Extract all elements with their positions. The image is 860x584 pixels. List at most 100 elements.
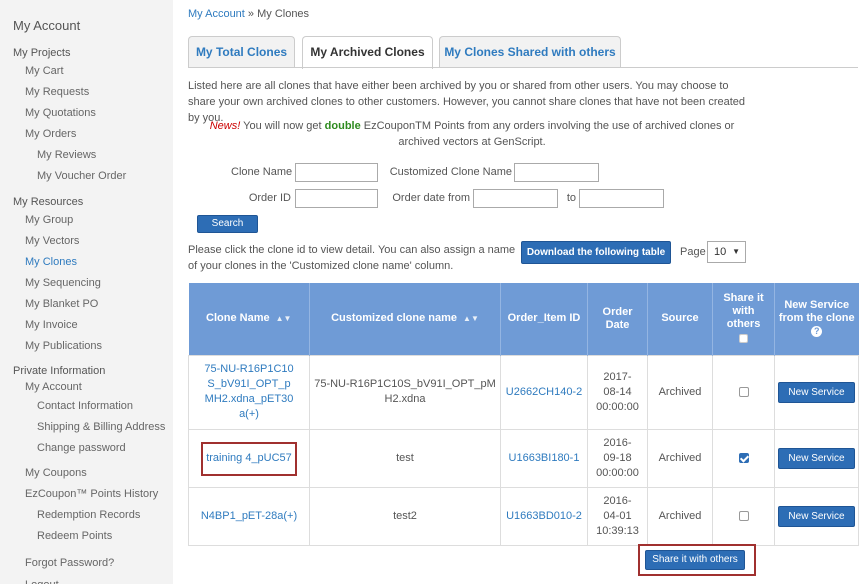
order-date-to-input[interactable] (579, 189, 664, 208)
header-clone-name[interactable]: Clone Name ▲▼ (188, 283, 310, 355)
sidebar-item-reviews[interactable]: My Reviews (0, 145, 173, 166)
order-id-input[interactable] (295, 189, 378, 208)
clone-link[interactable]: 75-NU-R16P1C10S_bV91I_OPT_pMH2.xdna_pET3… (204, 363, 293, 420)
tab-shared-clones[interactable]: My Clones Shared with others (439, 36, 621, 68)
order-date-from-input[interactable] (473, 189, 558, 208)
sidebar-item-redeem[interactable]: Redeem Points (0, 526, 173, 547)
sidebar-item-blanket-po[interactable]: My Blanket PO (0, 294, 173, 315)
customized-name[interactable]: 75-NU-R16P1C10S_bV91I_OPT_pMH2.xdna (314, 378, 496, 405)
sidebar-item-clones[interactable]: My Clones (0, 252, 173, 273)
news-text-1: You will now get (240, 120, 325, 132)
sidebar-section-private: Private Information (13, 365, 106, 377)
table-header-row: Clone Name ▲▼ Customized clone name ▲▼ Ord… (188, 283, 859, 355)
sidebar-item-cart[interactable]: My Cart (0, 61, 173, 82)
tabs: My Total Clones My Archived Clones My Cl… (188, 36, 858, 69)
share-all-checkbox[interactable] (739, 334, 748, 344)
sidebar-item-forgot-password[interactable]: Forgot Password? (0, 553, 173, 574)
hint-text: Please click the clone id to view detail… (188, 244, 516, 272)
sidebar-item-orders[interactable]: My Orders (0, 124, 173, 145)
sidebar-item-contact[interactable]: Contact Information (0, 396, 173, 417)
clone-name-input[interactable] (295, 163, 378, 182)
order-date-from-label: Order date from (392, 192, 470, 204)
chevron-down-icon: ▼ (732, 247, 740, 256)
sidebar: My Account My Projects My Cart My Reques… (0, 0, 173, 584)
new-service-button[interactable]: New Service (778, 381, 855, 403)
source-cell: Archived (647, 428, 713, 488)
order-date: 2017-08-14 (603, 370, 632, 398)
sidebar-item-group[interactable]: My Group (0, 210, 173, 231)
header-customized-name[interactable]: Customized clone name ▲▼ (309, 283, 501, 355)
breadcrumb: My Account » My Clones (188, 8, 309, 20)
header-order-item: Order_Item ID (500, 283, 588, 355)
sidebar-item-account[interactable]: My Account (0, 379, 173, 396)
source-cell: Archived (647, 354, 713, 430)
order-date-to-label: to (566, 192, 576, 204)
page-size-select[interactable]: 10 ▼ (707, 241, 746, 263)
customized-clone-name-label: Customized Clone Name (389, 166, 512, 178)
header-order-date: Order Date (587, 283, 648, 355)
customized-name[interactable]: test2 (393, 510, 417, 522)
clone-link[interactable]: N4BP1_pET-28a(+) (201, 510, 297, 522)
download-table-button[interactable]: Download the following table (521, 241, 671, 264)
news-label: News! (209, 120, 241, 132)
clone-name-label: Clone Name (231, 166, 293, 178)
tab-total-clones[interactable]: My Total Clones (188, 36, 295, 68)
customized-name[interactable]: test (396, 452, 414, 464)
clones-table: Clone Name ▲▼ Customized clone name ▲▼ Ord… (188, 283, 859, 546)
breadcrumb-link-account[interactable]: My Account (188, 8, 245, 20)
news-text-2: EzCouponTM Points from any orders involv… (360, 120, 735, 148)
share-checkbox[interactable] (738, 452, 749, 463)
tabs-divider (188, 67, 858, 68)
news-double: double (324, 120, 361, 132)
sort-icon: ▲▼ (275, 314, 292, 324)
sidebar-item-coupons[interactable]: My Coupons (0, 463, 173, 484)
new-service-button[interactable]: New Service (778, 447, 855, 469)
order-item-link[interactable]: U2662CH140-2 (506, 386, 582, 398)
header-source: Source (647, 283, 713, 355)
sidebar-item-publications[interactable]: My Publications (0, 336, 173, 357)
tab-archived-clones[interactable]: My Archived Clones (302, 36, 433, 69)
order-date: 2016-09-18 (603, 436, 632, 464)
table-row: 75-NU-R16P1C10S_bV91I_OPT_pMH2.xdna_pET3… (188, 354, 859, 430)
sidebar-item-requests[interactable]: My Requests (0, 82, 173, 103)
clone-highlight-box (201, 442, 297, 476)
sidebar-item-change-password[interactable]: Change password (0, 438, 173, 459)
share-with-others-button[interactable]: Share it with others (645, 550, 745, 570)
header-new-service-label: New Service from the clone (778, 299, 855, 325)
order-time: 10:39:13 (596, 524, 639, 537)
sidebar-item-voucher-order[interactable]: My Voucher Order (0, 166, 173, 187)
sidebar-item-redemption[interactable]: Redemption Records (0, 505, 173, 526)
table-row: N4BP1_pET-28a(+) test2 U1663BD010-2 2016… (188, 486, 859, 546)
search-button[interactable]: Search (197, 215, 258, 233)
help-icon[interactable]: ? (811, 325, 823, 337)
new-service-button[interactable]: New Service (778, 505, 855, 527)
sort-icon: ▲▼ (463, 314, 479, 324)
sidebar-section-projects: My Projects (13, 47, 71, 59)
breadcrumb-current: My Clones (257, 8, 310, 20)
breadcrumb-separator: » (244, 8, 258, 20)
sidebar-item-quotations[interactable]: My Quotations (0, 103, 173, 124)
order-item-link[interactable]: U1663BD010-2 (506, 510, 582, 522)
header-clone-name-label: Clone Name (206, 312, 270, 325)
sidebar-title: My Account (13, 18, 81, 33)
sidebar-item-invoice[interactable]: My Invoice (0, 315, 173, 336)
sidebar-item-logout[interactable]: Logout (0, 575, 173, 584)
share-checkbox[interactable] (738, 386, 749, 397)
news-text: News! You will now get double EzCouponTM… (188, 118, 756, 150)
order-item-link[interactable]: U1663BI180-1 (509, 452, 580, 464)
source-cell: Archived (647, 486, 713, 546)
share-checkbox[interactable] (738, 510, 749, 521)
sidebar-item-sequencing[interactable]: My Sequencing (0, 273, 173, 294)
page-size-value: 10 (714, 246, 727, 258)
order-date: 2016-04-01 (603, 494, 632, 522)
sidebar-item-points-history[interactable]: EzCoupon™ Points History (0, 484, 173, 505)
sidebar-item-vectors[interactable]: My Vectors (0, 231, 173, 252)
header-customized-label: Customized clone name (331, 312, 458, 325)
sidebar-item-shipping[interactable]: Shipping & Billing Address (0, 417, 173, 438)
header-share: Share it with others (712, 283, 775, 355)
header-share-label: Share it with others (723, 291, 764, 330)
order-id-label: Order ID (248, 192, 291, 204)
customized-clone-name-input[interactable] (514, 163, 599, 182)
sidebar-section-resources: My Resources (13, 196, 84, 208)
order-time: 00:00:00 (596, 466, 639, 479)
